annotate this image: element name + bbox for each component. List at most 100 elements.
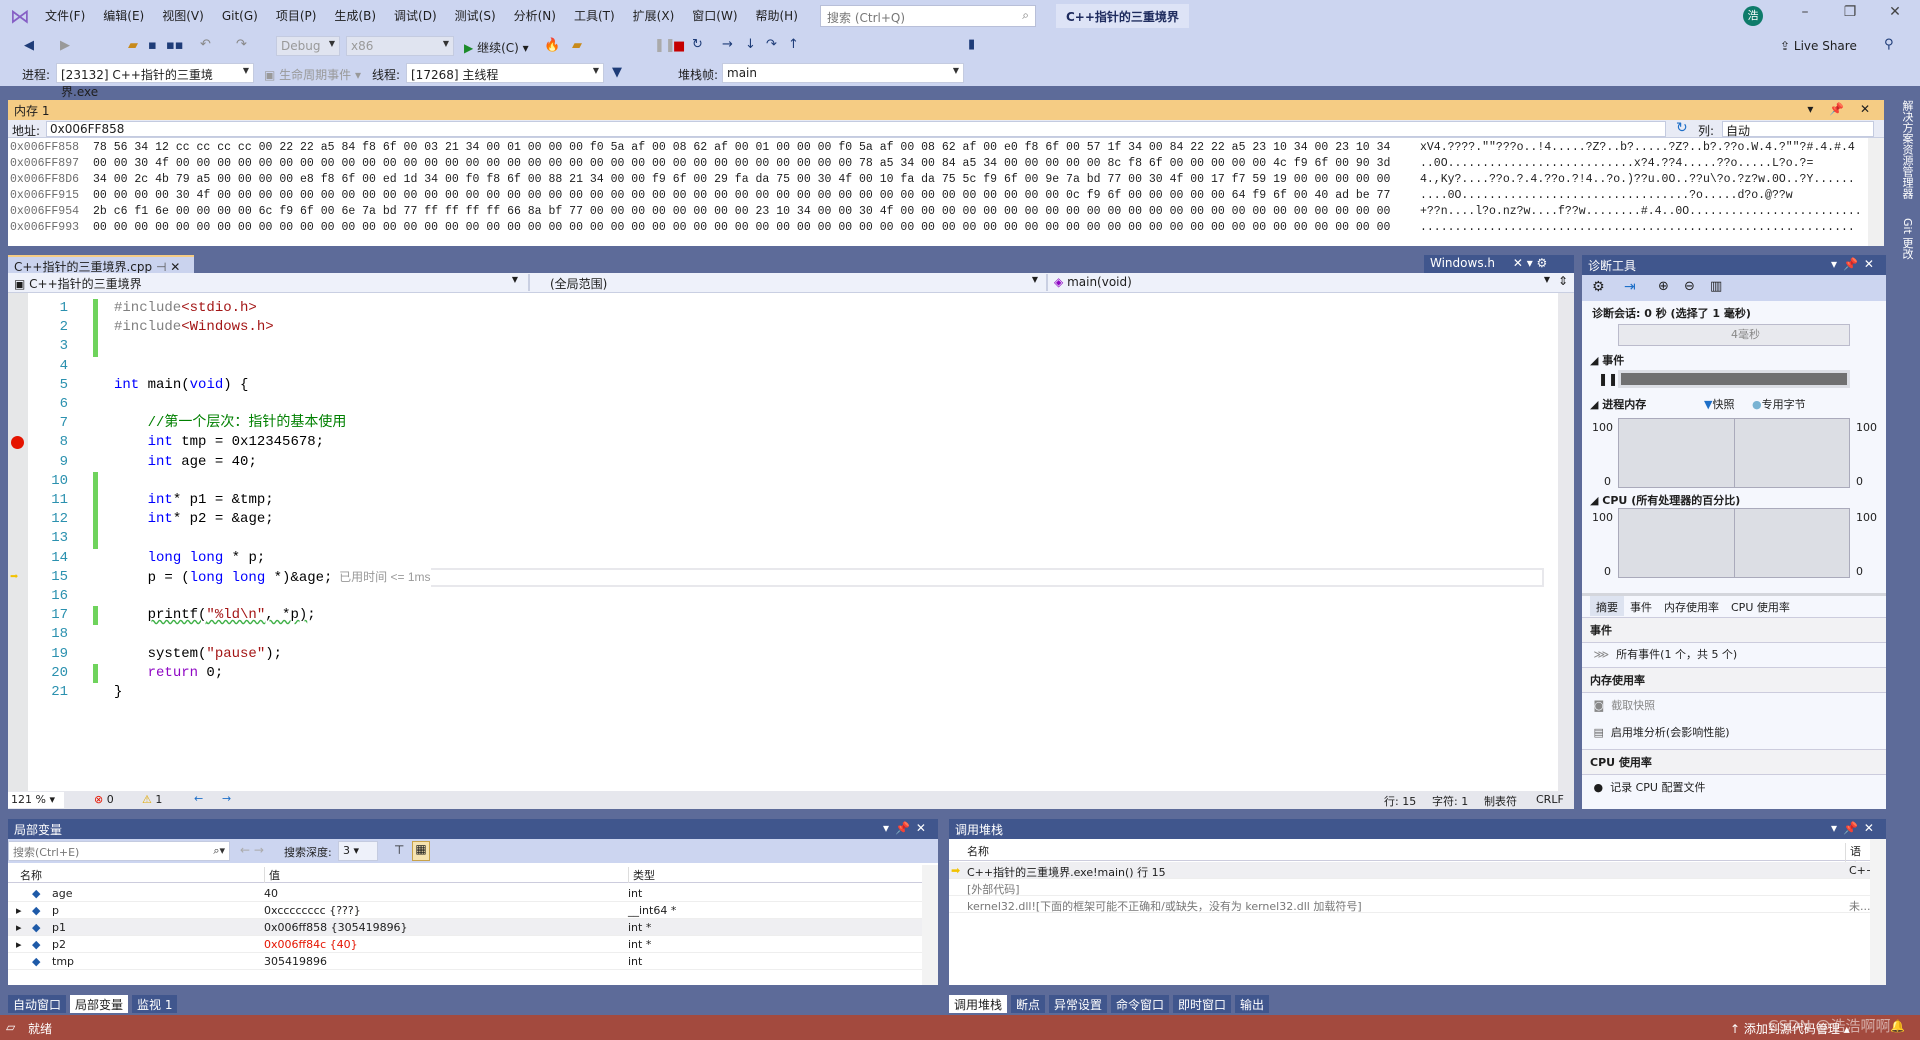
bottom-tab[interactable]: 调用堆栈 [949,995,1008,1013]
memory-address[interactable]: 0x006FF954 [10,204,79,220]
column-header-name[interactable]: 名称 [967,843,989,859]
menu-item[interactable]: 项目(P) [267,7,326,24]
menu-item[interactable]: 调试(D) [385,7,446,24]
all-events-link[interactable]: ⋙ 所有事件(1 个，共 5 个) [1582,642,1886,666]
diag-tab[interactable]: 事件 [1624,596,1658,616]
code-line[interactable]: 18 [8,625,1558,644]
memory-address[interactable]: 0x006FF8D6 [10,172,79,188]
code-line[interactable]: 11 int* p1 = &tmp; [8,491,1558,511]
code-line[interactable]: 2 #include<Windows.h> [8,318,1558,338]
call-stack-row[interactable]: ➡ C++指针的三重境界.exe!main() 行 15 C++ [949,862,1875,879]
column-header-name[interactable]: 名称 [20,867,42,883]
memory-ascii[interactable]: xV4.????.""???o..!4.....?Z?..b?.....?Z?.… [1420,140,1855,156]
search-back-icon[interactable]: ← → [240,843,264,857]
stack-frame-select[interactable]: main ▼ [722,63,964,83]
save-all-icon[interactable]: ▪▪ [166,38,184,53]
memory-address[interactable]: 0x006FF993 [10,220,79,236]
chart-icon[interactable]: ▥ [1710,279,1722,294]
line-ending-indicator[interactable]: CRLF [1536,793,1564,806]
previous-issue-icon[interactable]: ← [194,792,203,805]
notifications-icon[interactable]: 🔔 [1890,1019,1905,1033]
window-controls[interactable]: ▾ 📌 ✕ [1807,102,1876,116]
locals-row[interactable]: ◆ age 40 int [8,885,922,902]
tab-windows-h[interactable]: Windows.h ✕ ▾ ⚙ [1424,255,1574,273]
project-select[interactable]: ▣ C++指针的三重境界 ▼ [10,274,522,291]
memory-ascii[interactable]: 4.,Ky?....??o.?.4.??o.?!4..?o.)??u.0O..?… [1420,172,1855,188]
close-button[interactable]: ✕ [1875,4,1915,28]
diag-tab[interactable]: 摘要 [1590,596,1624,616]
memory-hex[interactable]: 34 00 2c 4b 79 a5 00 00 00 00 e8 f8 6f 0… [93,172,1390,188]
expand-icon[interactable]: ▸ [16,938,22,951]
indent-indicator[interactable]: 制表符 [1484,793,1517,809]
expand-icon[interactable]: ▸ [16,904,22,917]
undo-icon[interactable]: ↶ [200,37,211,52]
lifecycle-events-button[interactable]: ▣ 生命周期事件 ▾ [264,66,361,83]
split-icon[interactable]: ⇕ [1558,274,1568,288]
menu-item[interactable]: 扩展(X) [624,7,684,24]
window-controls[interactable]: ▾📌✕ [1831,821,1880,835]
menu-item[interactable]: Git(G) [213,9,267,23]
heap-profiling-button[interactable]: ▤ 启用堆分析(会影响性能) [1582,720,1886,744]
bottom-tab[interactable]: 输出 [1235,995,1270,1013]
code-line[interactable]: 8 int tmp = 0x12345678; [8,433,1558,452]
pause-icon[interactable]: ❚❚ [1598,372,1618,386]
memory-address[interactable]: 0x006FF915 [10,188,79,204]
save-icon[interactable]: ▪ [148,38,157,53]
next-issue-icon[interactable]: → [222,792,231,805]
redo-icon[interactable]: ↷ [236,37,247,52]
menu-item[interactable]: 窗口(W) [683,7,746,24]
variable-value[interactable]: 305419896 [264,955,327,968]
bottom-tab[interactable]: 异常设置 [1049,995,1108,1013]
variable-value[interactable]: 0xcccccccc {???} [264,904,361,917]
side-tab-git-changes[interactable]: Git 更改 [1893,218,1915,259]
tab-editor-file[interactable]: C++指针的三重境界.cpp ⊣ ✕ [8,255,194,274]
code-line[interactable]: 5 int main(void) { [8,376,1558,395]
memory-ascii[interactable]: ........................................… [1420,220,1855,236]
code-line[interactable]: 21} [8,683,1558,702]
code-line[interactable]: ➡ 15 p = (long long *)&age; 已用时间 <= 1ms [8,567,1558,588]
code-line[interactable]: 1 #include<stdio.h> [8,299,1558,319]
avatar[interactable]: 浩 [1743,6,1763,26]
events-track[interactable] [1618,370,1850,388]
feedback-icon[interactable]: ⚲ [1884,37,1894,52]
bottom-tab[interactable]: 断点 [1011,995,1046,1013]
cpu-graph[interactable] [1618,508,1850,578]
variable-value[interactable]: 0x006ff84c {40} [264,938,358,951]
code-line[interactable]: 7 //第一个层次：指针的基本使用 [8,414,1558,433]
char-indicator[interactable]: 字符: 1 [1432,793,1468,809]
expand-icon[interactable]: ▸ [16,921,22,934]
memory-hex[interactable]: 00 00 00 00 30 4f 00 00 00 00 00 00 00 0… [93,188,1390,204]
show-next-statement-icon[interactable]: → [722,37,733,52]
bottom-tab[interactable]: 即时窗口 [1173,995,1232,1013]
step-over-icon[interactable]: ↷ [766,37,777,52]
timeline-ruler[interactable]: 4毫秒 [1618,324,1850,346]
variable-value[interactable]: 40 [264,887,278,900]
minimize-button[interactable]: – [1785,4,1825,28]
memory-hex[interactable]: 2b c6 f1 6e 00 00 00 00 6c f9 6f 00 6e 7… [93,204,1390,220]
cpu-section[interactable]: ◢ CPU (所有处理器的百分比) [1590,492,1740,508]
thread-select[interactable]: [17268] 主线程 ▼ [406,63,604,83]
restart-icon[interactable]: ↻ [692,37,703,52]
export-icon[interactable]: ⇥ [1624,279,1636,295]
scope-select[interactable]: (全局范围) ▼ [528,274,1042,291]
call-stack-row[interactable]: kernel32.dll![下面的框架可能不正确和/或缺失，没有为 kernel… [949,896,1871,913]
locals-row[interactable]: ▸ ◆ p2 0x006ff84c {40} int * [8,936,922,953]
live-share-button[interactable]: ⇪ Live Share [1780,39,1857,53]
record-cpu-profile-button[interactable]: ● 记录 CPU 配置文件 [1582,775,1886,799]
code-line[interactable]: 13 [8,529,1558,549]
memory-ascii[interactable]: +??n....l?o.nz?w....f??w........#.4..0O.… [1420,204,1862,220]
find-icon[interactable]: ▰ [572,38,582,53]
menu-item[interactable]: 编辑(E) [94,7,153,24]
code-line[interactable]: 14 long long * p; [8,549,1558,568]
memory-section[interactable]: ◢ 进程内存 [1590,396,1646,412]
settings-icon[interactable]: ⚙ [1592,279,1605,295]
code-line[interactable]: 3 [8,337,1558,357]
errors-indicator[interactable]: ⊗ 0 [94,793,114,806]
bottom-tab[interactable]: 局部变量 [70,995,129,1013]
menu-item[interactable]: 生成(B) [325,7,385,24]
menu-item[interactable]: 视图(V) [153,7,213,24]
back-icon[interactable]: ◀ [24,38,34,53]
code-line[interactable]: 9 int age = 40; [8,453,1558,472]
code-line[interactable]: 20 return 0; [8,663,1558,683]
hex-display-icon[interactable]: ▦ [412,841,430,861]
